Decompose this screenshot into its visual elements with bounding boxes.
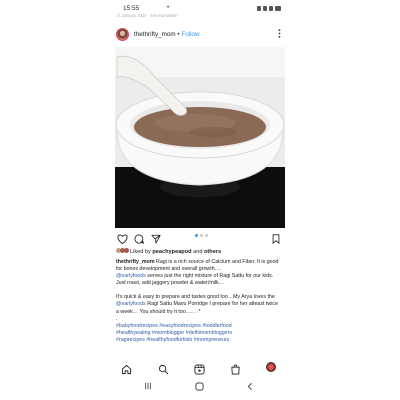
likes-middle: and [191, 248, 205, 255]
likes-user[interactable]: peachypeapod [152, 249, 191, 255]
home-button-icon[interactable] [195, 382, 204, 393]
mention-link[interactable]: @earlyfoods [116, 301, 146, 307]
caption-dot: . [116, 315, 118, 322]
profile-icon[interactable] [266, 362, 276, 372]
post-header: thethrifty_mom • Follow [115, 28, 285, 42]
caption-line3: Just roast, add jaggery powder & water/m… [116, 280, 225, 287]
mention-link[interactable]: @earlyfoods [116, 273, 146, 279]
heart-icon[interactable] [117, 231, 128, 249]
carousel-dot [195, 234, 198, 237]
username-link[interactable]: thethrifty_mom [134, 31, 176, 38]
recent-apps-icon[interactable] [144, 382, 152, 392]
hashtags-line[interactable]: #babyfoodrecipes #easyfoodrecipes #toddl… [116, 323, 282, 330]
caption-username[interactable]: thethrifty_mom [116, 259, 155, 265]
back-icon[interactable] [246, 382, 254, 393]
post-caption: thethrifty_mom Ragi is a rich source of … [116, 259, 282, 359]
share-icon[interactable] [151, 231, 161, 249]
status-icons [257, 6, 281, 11]
likes-line: Liked by peachypeapod and others [116, 248, 221, 255]
home-icon[interactable] [121, 362, 132, 380]
porridge-image [115, 47, 285, 228]
comment-icon[interactable] [134, 231, 145, 249]
faded-note: © January 2020 · see translation [117, 13, 178, 18]
more-icon[interactable] [278, 29, 281, 40]
reels-icon[interactable] [194, 362, 205, 380]
follow-button[interactable]: Follow [181, 31, 199, 38]
bookmark-icon[interactable] [272, 231, 280, 249]
caption-para2-start: It's quick & easy to prepare and tastes … [116, 294, 275, 301]
likes-prefix: Liked by [130, 248, 153, 255]
carousel-dot [205, 234, 208, 237]
caption-line2: serves just the right mixture of Ragi Sa… [145, 273, 274, 280]
hashtags-line[interactable]: #healthyeating #momblogger #delhimomblog… [116, 330, 282, 337]
post-photo[interactable] [115, 47, 285, 228]
liker-avatars [116, 248, 129, 255]
carousel-dot [200, 234, 203, 237]
likes-others[interactable]: others [204, 249, 221, 255]
post-handle: thethrifty_mom • Follow [134, 31, 200, 38]
carousel-dots [195, 234, 208, 237]
system-nav [115, 382, 285, 394]
wifi-icon [263, 6, 267, 11]
action-bar [117, 231, 283, 245]
likes-text[interactable]: Liked by peachypeapod and others [130, 249, 221, 255]
phone-screen: 15:55 • © January 2020 · see translation… [115, 0, 285, 400]
signal-icon [269, 6, 273, 11]
bottom-nav [115, 360, 285, 376]
status-time: 15:55 [123, 5, 140, 12]
alarm-icon [257, 6, 261, 11]
search-icon[interactable] [158, 362, 169, 380]
hashtags-line[interactable]: #ragirecipes #healthyfoodforkids #mompre… [116, 337, 282, 344]
shop-icon[interactable] [230, 362, 241, 380]
status-dot: • [167, 5, 170, 11]
avatar[interactable] [116, 28, 129, 41]
battery-icon [275, 6, 281, 11]
